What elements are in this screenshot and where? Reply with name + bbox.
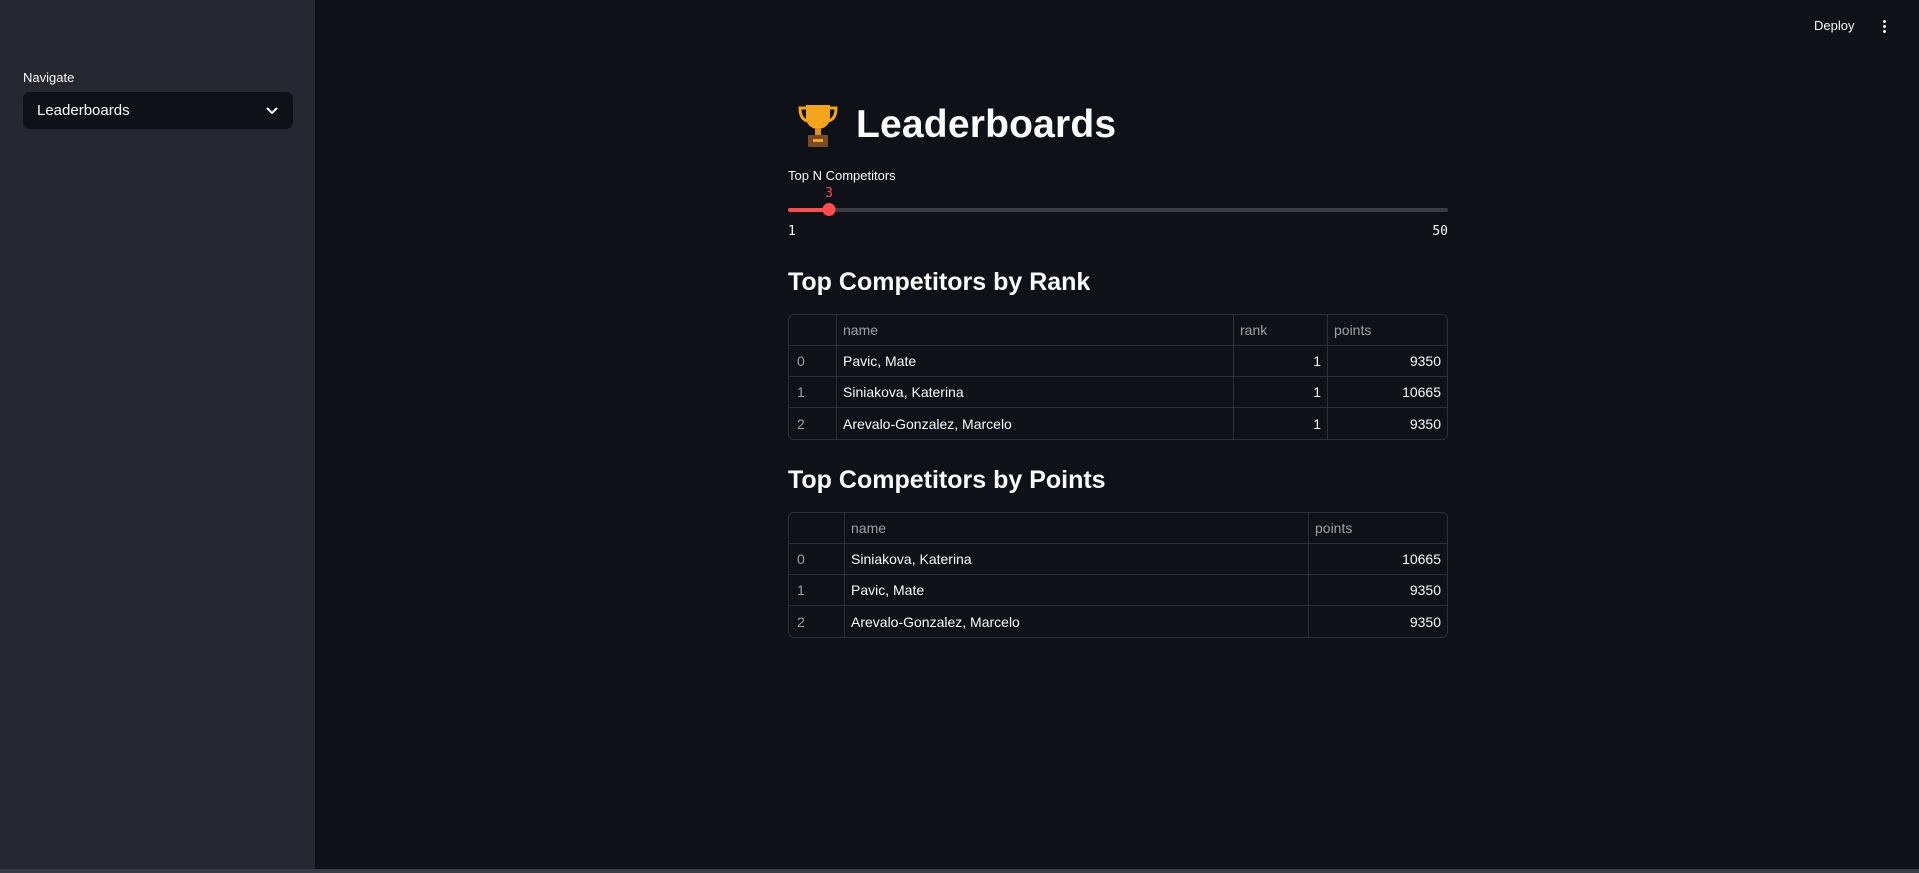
- row-index: 2: [789, 408, 837, 439]
- points-cell[interactable]: 10665: [1309, 544, 1447, 574]
- trophy-icon: [798, 105, 838, 147]
- name-cell[interactable]: Siniakova, Katerina: [837, 377, 1234, 407]
- column-header-points[interactable]: points: [1328, 315, 1447, 345]
- points-cell[interactable]: 9350: [1309, 575, 1447, 605]
- bottom-divider: [0, 869, 1919, 873]
- row-index: 0: [789, 544, 845, 574]
- table-row[interactable]: 1 Pavic, Mate 9350: [789, 575, 1447, 606]
- page-title-row: Leaderboards: [788, 98, 1116, 152]
- row-index: 2: [789, 606, 845, 637]
- rank-table-heading: Top Competitors by Rank: [788, 268, 1091, 296]
- main-menu-icon[interactable]: [1876, 16, 1892, 36]
- column-header-points[interactable]: points: [1309, 513, 1447, 543]
- points-cell[interactable]: 9350: [1328, 408, 1447, 439]
- column-header-name[interactable]: name: [845, 513, 1309, 543]
- column-header-index[interactable]: [789, 315, 837, 345]
- top-n-slider[interactable]: [788, 203, 1448, 216]
- table-header-row: name rank points: [789, 315, 1447, 346]
- name-cell[interactable]: Pavic, Mate: [837, 346, 1234, 376]
- table-row[interactable]: 2 Arevalo-Gonzalez, Marcelo 9350: [789, 606, 1447, 637]
- rank-cell[interactable]: 1: [1234, 377, 1328, 407]
- column-header-name[interactable]: name: [837, 315, 1234, 345]
- rank-cell[interactable]: 1: [1234, 408, 1328, 439]
- row-index: 1: [789, 575, 845, 605]
- slider-min: 1: [788, 224, 796, 239]
- navigate-select[interactable]: Leaderboards: [23, 92, 293, 129]
- navigate-label: Navigate: [23, 70, 75, 85]
- points-table[interactable]: name points 0 Siniakova, Katerina 10665 …: [788, 512, 1448, 638]
- deploy-button[interactable]: Deploy: [1810, 16, 1858, 35]
- rank-table[interactable]: name rank points 0 Pavic, Mate 1 9350 1 …: [788, 314, 1448, 440]
- slider-max: 50: [1432, 224, 1448, 239]
- table-row[interactable]: 0 Pavic, Mate 1 9350: [789, 346, 1447, 377]
- points-cell[interactable]: 9350: [1309, 606, 1447, 637]
- column-header-rank[interactable]: rank: [1234, 315, 1328, 345]
- name-cell[interactable]: Siniakova, Katerina: [845, 544, 1309, 574]
- sidebar: Navigate Leaderboards: [0, 0, 315, 869]
- column-header-index[interactable]: [789, 513, 845, 543]
- chevron-down-icon: [265, 104, 279, 118]
- points-table-heading: Top Competitors by Points: [788, 466, 1106, 494]
- navigate-select-value: Leaderboards: [37, 102, 130, 119]
- points-cell[interactable]: 10665: [1328, 377, 1447, 407]
- slider-value: 3: [825, 186, 833, 201]
- table-row[interactable]: 0 Siniakova, Katerina 10665: [789, 544, 1447, 575]
- name-cell[interactable]: Arevalo-Gonzalez, Marcelo: [837, 408, 1234, 439]
- page-title: Leaderboards: [856, 103, 1117, 146]
- rank-cell[interactable]: 1: [1234, 346, 1328, 376]
- row-index: 1: [789, 377, 837, 407]
- table-header-row: name points: [789, 513, 1447, 544]
- table-row[interactable]: 1 Siniakova, Katerina 1 10665: [789, 377, 1447, 408]
- table-row[interactable]: 2 Arevalo-Gonzalez, Marcelo 1 9350: [789, 408, 1447, 439]
- slider-thumb[interactable]: [822, 203, 836, 216]
- name-cell[interactable]: Pavic, Mate: [845, 575, 1309, 605]
- slider-label: Top N Competitors: [788, 168, 896, 183]
- row-index: 0: [789, 346, 837, 376]
- points-cell[interactable]: 9350: [1328, 346, 1447, 376]
- name-cell[interactable]: Arevalo-Gonzalez, Marcelo: [845, 606, 1309, 637]
